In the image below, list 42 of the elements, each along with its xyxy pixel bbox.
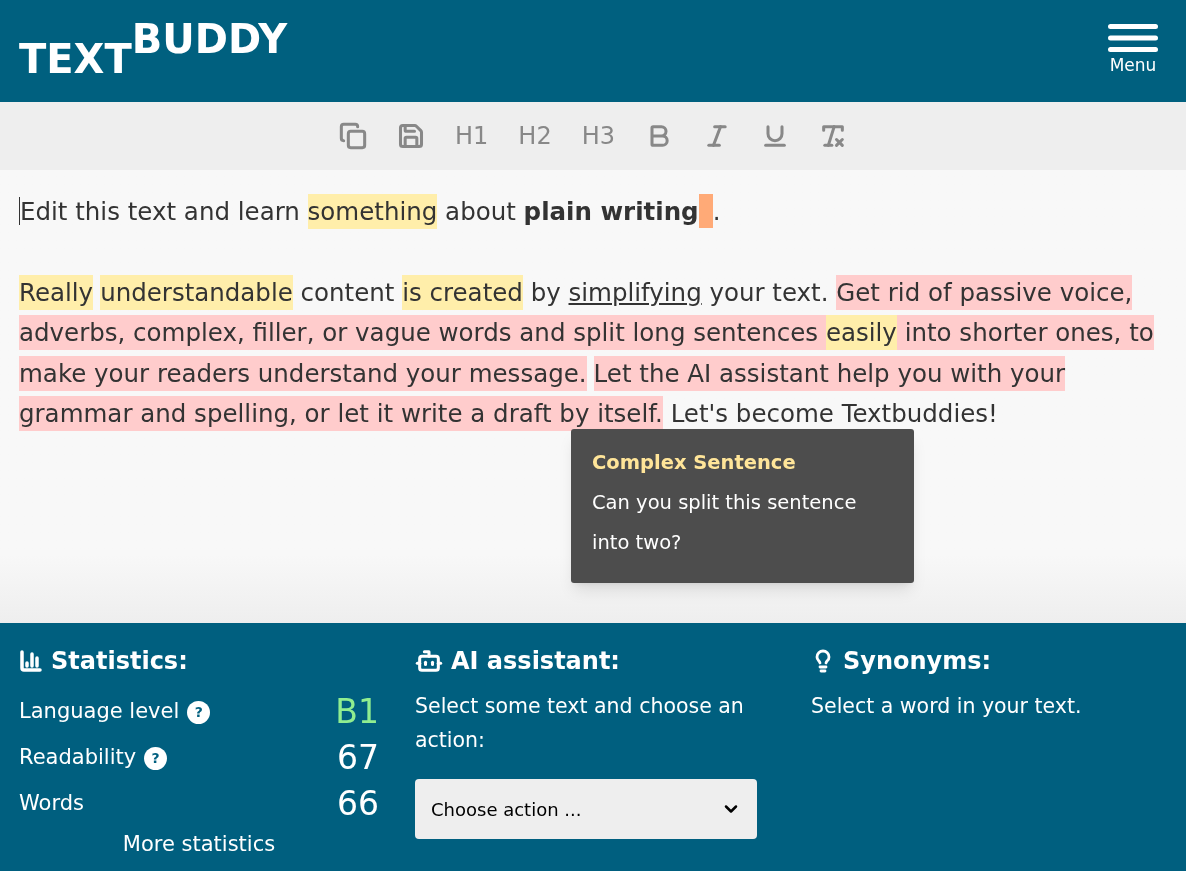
chart-icon — [19, 649, 43, 673]
stat-label: Readability — [19, 744, 137, 772]
highlighted-text: understandable — [100, 274, 293, 310]
editor-text: content — [299, 276, 396, 309]
underline-icon — [761, 122, 789, 150]
stat-value: B1 — [335, 691, 379, 734]
copy-icon — [339, 122, 367, 150]
help-icon[interactable]: ? — [144, 746, 168, 770]
editor-text: . — [712, 196, 721, 228]
synonyms-heading: Synonyms: — [843, 646, 992, 677]
editor-text: Let's become Textbuddies! — [669, 398, 998, 430]
highlighted-text: is created — [402, 274, 523, 310]
statistics-heading: Statistics: — [51, 646, 188, 677]
highlighted-text: easily — [825, 315, 897, 350]
stat-value: 67 — [337, 737, 379, 780]
editor-text: Edit this text and learn — [20, 196, 301, 228]
logo-text: TEXT — [19, 39, 132, 79]
save-icon — [397, 122, 425, 150]
robot-icon — [415, 647, 443, 675]
more-statistics-link[interactable]: More statistics — [122, 829, 276, 861]
ai-assistant-heading: AI assistant: — [451, 646, 620, 677]
tooltip-title: Complex Sentence — [592, 450, 797, 476]
issue-marker[interactable] — [698, 194, 713, 228]
action-select[interactable]: Choose action ... — [415, 779, 757, 839]
stat-value: 66 — [337, 783, 379, 826]
editor-text: about — [444, 196, 517, 228]
editor-text: plain writing — [523, 196, 699, 228]
tooltip-text: Can you split this sentence into two? — [592, 490, 858, 556]
ai-assistant-hint: Select some text and choose an action: — [415, 693, 745, 754]
synonyms-hint: Select a word in your text. — [811, 693, 1083, 720]
menu-icon — [1108, 23, 1158, 54]
highlighted-text: something — [307, 194, 438, 229]
editor-text: by — [529, 276, 562, 309]
menu-button[interactable]: Menu — [1108, 23, 1158, 79]
stat-label: Words — [19, 790, 84, 818]
stat-label: Language level — [19, 698, 180, 726]
text-cursor — [19, 197, 20, 225]
highlighted-text: Really — [19, 274, 94, 310]
clear-format-icon — [819, 122, 847, 150]
editor-text: simplifying — [568, 276, 702, 309]
help-icon[interactable]: ? — [187, 700, 211, 724]
editor-text: your text. — [708, 276, 830, 309]
